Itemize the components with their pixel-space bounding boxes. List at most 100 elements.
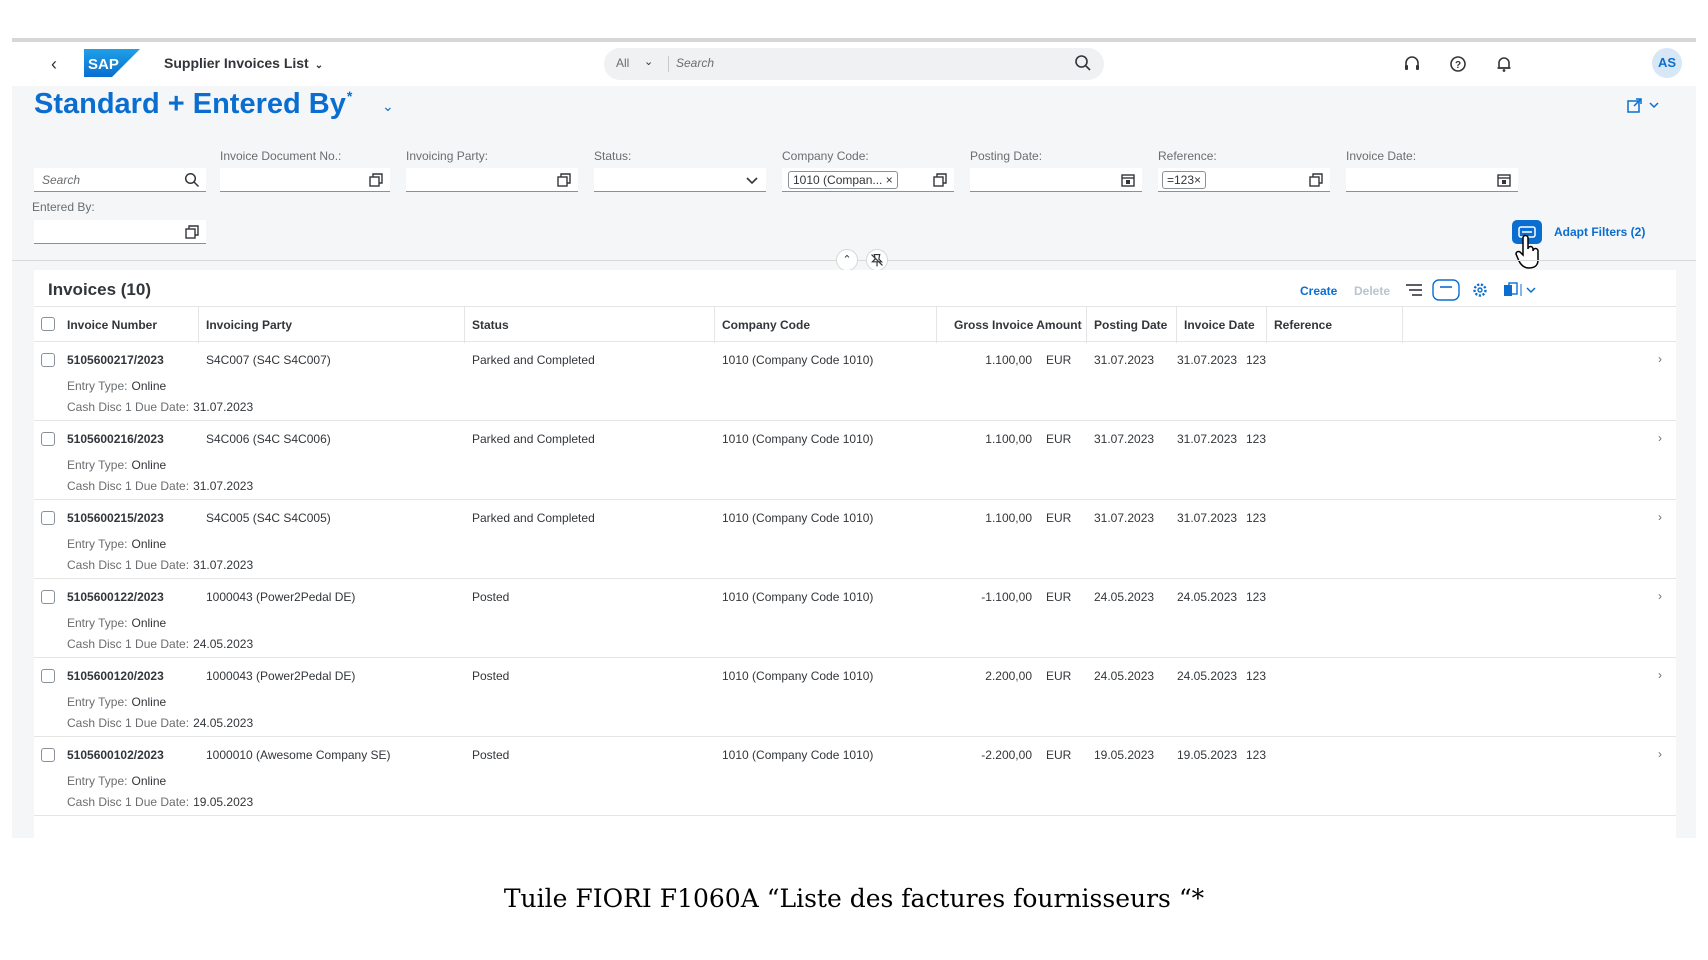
value-help-icon[interactable] xyxy=(556,172,572,188)
column-header-invoice-number[interactable]: Invoice Number xyxy=(67,318,157,332)
chevron-down-icon[interactable]: ⌄ xyxy=(382,98,394,115)
cash-disc-value: 31.07.2023 xyxy=(193,479,254,493)
value-help-icon[interactable] xyxy=(368,172,384,188)
back-icon[interactable]: ‹ xyxy=(42,52,66,76)
group-icon[interactable] xyxy=(1432,279,1460,301)
table-row[interactable]: 5105600120/2023 1000043 (Power2Pedal DE)… xyxy=(34,659,1676,737)
headset-icon[interactable] xyxy=(1400,52,1424,76)
column-header-posting-date[interactable]: Posting Date xyxy=(1094,318,1167,332)
invoice-date: 24.05.2023 xyxy=(1177,669,1238,683)
bell-icon[interactable] xyxy=(1492,52,1516,76)
search-scope[interactable]: All xyxy=(616,56,629,70)
reference-token[interactable]: =123× xyxy=(1162,171,1207,189)
posting-date: 24.05.2023 xyxy=(1094,590,1155,604)
invoice-doc-field[interactable] xyxy=(220,168,390,192)
share-icon[interactable] xyxy=(1624,96,1664,116)
settings-icon[interactable] xyxy=(1466,279,1494,301)
entered-by-field[interactable] xyxy=(34,220,206,244)
chevron-right-icon[interactable]: › xyxy=(1658,510,1662,524)
reference-field[interactable]: =123× xyxy=(1158,168,1330,192)
chevron-right-icon[interactable]: › xyxy=(1658,431,1662,445)
row-checkbox[interactable] xyxy=(41,748,55,762)
search-input[interactable]: Search xyxy=(676,56,714,70)
chevron-down-icon[interactable]: ⌄ xyxy=(644,55,653,68)
status: Parked and Completed xyxy=(472,432,595,446)
export-icon[interactable] xyxy=(1500,279,1540,301)
column-header-reference[interactable]: Reference xyxy=(1274,318,1332,332)
calendar-icon[interactable] xyxy=(1496,172,1512,188)
reference-label: Reference: xyxy=(1158,149,1217,163)
chevron-right-icon[interactable]: › xyxy=(1658,589,1662,603)
invoicing-party-field[interactable] xyxy=(406,168,578,192)
select-all-checkbox[interactable] xyxy=(41,317,55,331)
invoice-date-field[interactable] xyxy=(1346,168,1518,192)
caption: Tuile FIORI F1060A “Liste des factures f… xyxy=(503,884,1205,913)
column-header-invoicing-party[interactable]: Invoicing Party xyxy=(206,318,292,332)
variant-title[interactable]: Standard + Entered By* xyxy=(34,88,352,121)
invoice-number: 5105600215/2023 xyxy=(67,511,164,525)
invoice-doc-label: Invoice Document No.: xyxy=(220,149,342,163)
chevron-down-icon[interactable] xyxy=(744,172,760,188)
avatar[interactable]: AS xyxy=(1652,48,1682,78)
posting-date: 19.05.2023 xyxy=(1094,748,1155,762)
chevron-right-icon[interactable]: › xyxy=(1658,747,1662,761)
cash-disc-label: Cash Disc 1 Due Date: xyxy=(67,716,190,730)
row-checkbox[interactable] xyxy=(41,511,55,525)
entry-type-label: Entry Type: xyxy=(67,458,128,472)
table-row[interactable]: 5105600215/2023 S4C005 (S4C S4C005) Park… xyxy=(34,501,1676,579)
company-code-token[interactable]: 1010 (Compan... × xyxy=(788,171,898,189)
company-code-field[interactable]: 1010 (Compan... × xyxy=(782,168,954,192)
search-icon[interactable] xyxy=(184,172,200,188)
posting-date: 24.05.2023 xyxy=(1094,669,1155,683)
entry-type-value: Online xyxy=(131,774,167,788)
cash-disc-due-date: Cash Disc 1 Due Date: 24.05.2023 xyxy=(67,716,253,730)
column-header-gross-amount[interactable]: Gross Invoice Amount xyxy=(954,318,1082,332)
table-row[interactable]: 5105600216/2023 S4C006 (S4C S4C006) Park… xyxy=(34,422,1676,500)
entry-type-label: Entry Type: xyxy=(67,695,128,709)
row-checkbox[interactable] xyxy=(41,353,55,367)
adapt-filters-link[interactable]: Adapt Filters (2) xyxy=(1554,225,1645,239)
collapse-header-button[interactable]: ⌃ xyxy=(836,249,858,271)
reference: 123 xyxy=(1246,669,1267,683)
cash-disc-value: 19.05.2023 xyxy=(193,795,254,809)
row-checkbox[interactable] xyxy=(41,432,55,446)
table-row[interactable]: 5105600122/2023 1000043 (Power2Pedal DE)… xyxy=(34,580,1676,658)
svg-text:SAP: SAP xyxy=(88,56,119,73)
row-checkbox[interactable] xyxy=(41,669,55,683)
create-button[interactable]: Create xyxy=(1300,284,1337,298)
delete-button[interactable]: Delete xyxy=(1354,284,1390,298)
close-icon[interactable]: × xyxy=(1194,173,1201,187)
value-help-icon[interactable] xyxy=(1308,172,1324,188)
chevron-right-icon[interactable]: › xyxy=(1658,352,1662,366)
chevron-right-icon[interactable]: › xyxy=(1658,668,1662,682)
cash-disc-label: Cash Disc 1 Due Date: xyxy=(67,637,190,651)
value-help-icon[interactable] xyxy=(184,224,200,240)
status: Parked and Completed xyxy=(472,353,595,367)
column-header-invoice-date[interactable]: Invoice Date xyxy=(1184,318,1255,332)
column-header-company-code[interactable]: Company Code xyxy=(722,318,810,332)
company-code: 1010 (Company Code 1010) xyxy=(722,748,874,762)
value-help-icon[interactable] xyxy=(932,172,948,188)
close-icon[interactable]: × xyxy=(886,173,893,187)
calendar-icon[interactable] xyxy=(1120,172,1136,188)
posting-date-field[interactable] xyxy=(970,168,1142,192)
app-title-menu[interactable]: Supplier Invoices List ⌄ xyxy=(164,55,323,71)
help-icon[interactable]: ? xyxy=(1446,52,1470,76)
status-select[interactable] xyxy=(594,168,766,192)
table-row[interactable]: 5105600217/2023 S4C007 (S4C S4C007) Park… xyxy=(34,343,1676,421)
column-header-status[interactable]: Status xyxy=(472,318,509,332)
entered-by-label: Entered By: xyxy=(32,200,95,214)
search-icon[interactable] xyxy=(1074,54,1092,72)
gross-amount: -1.100,00 xyxy=(981,590,1032,604)
shell-search[interactable]: All ⌄ Search xyxy=(604,48,1104,80)
row-checkbox[interactable] xyxy=(41,590,55,604)
invoice-date: 19.05.2023 xyxy=(1177,748,1238,762)
filter-search-field[interactable]: Search xyxy=(34,168,206,192)
table-row[interactable]: 5105600102/2023 1000010 (Awesome Company… xyxy=(34,738,1676,816)
invoicing-party: 1000010 (Awesome Company SE) xyxy=(206,748,391,762)
sort-icon[interactable] xyxy=(1400,279,1428,301)
company-code: 1010 (Company Code 1010) xyxy=(722,590,874,604)
company-code: 1010 (Company Code 1010) xyxy=(722,511,874,525)
currency: EUR xyxy=(1046,748,1072,762)
pin-header-icon[interactable] xyxy=(866,249,888,271)
